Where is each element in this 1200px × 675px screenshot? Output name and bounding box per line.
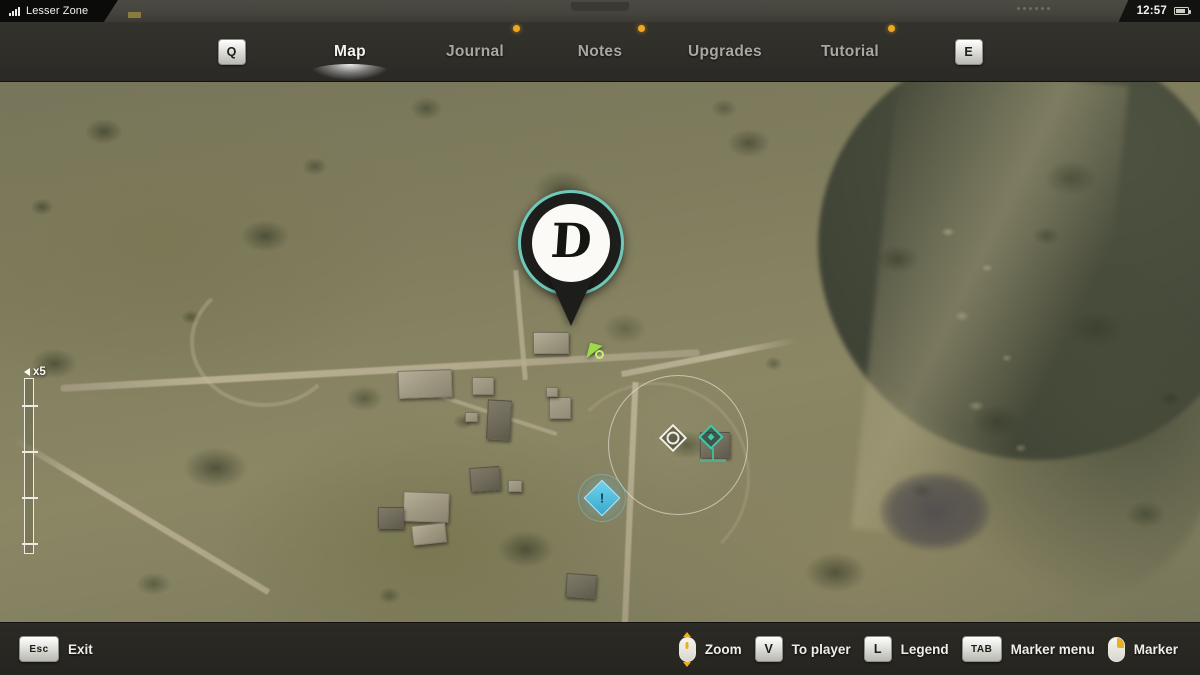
zone-label: Lesser Zone bbox=[26, 5, 88, 17]
zoom-slider-tick bbox=[22, 451, 38, 453]
tab-journal-notification-dot bbox=[513, 25, 520, 32]
tab-upgrades-label: Upgrades bbox=[688, 43, 762, 60]
building bbox=[398, 369, 453, 399]
building bbox=[378, 507, 404, 529]
zoom-slider[interactable] bbox=[24, 378, 34, 554]
hint-exit[interactable]: Esc Exit bbox=[19, 636, 93, 662]
map-terrain: ! D x5 bbox=[0, 82, 1200, 622]
os-status-bar: Lesser Zone 12:57 bbox=[0, 0, 1200, 22]
bottom-hint-bar: Esc Exit Zoom V To player L Legend TAB bbox=[0, 622, 1200, 675]
building bbox=[546, 387, 558, 397]
key-tab-button[interactable]: TAB bbox=[962, 636, 1002, 662]
hint-marker-menu-label: Marker menu bbox=[1011, 642, 1095, 657]
zone-indicator: Lesser Zone bbox=[0, 0, 118, 22]
hint-marker-menu[interactable]: TAB Marker menu bbox=[962, 636, 1095, 662]
zoom-level-arrow-icon bbox=[24, 368, 30, 376]
building bbox=[469, 466, 501, 492]
hint-zoom[interactable]: Zoom bbox=[679, 637, 742, 662]
stash-icon-stem bbox=[712, 448, 714, 460]
tab-navigation-bar: Q Map Journal Notes Upgrades Tutorial E bbox=[0, 22, 1200, 82]
game-map-screen: Lesser Zone 12:57 Q Map Journal Notes bbox=[0, 0, 1200, 675]
building bbox=[472, 377, 494, 395]
map-viewport[interactable]: ! D x5 bbox=[0, 82, 1200, 622]
hint-zoom-label: Zoom bbox=[705, 642, 742, 657]
mouse-right-click-icon bbox=[1108, 637, 1125, 662]
key-esc-button[interactable]: Esc bbox=[19, 636, 59, 662]
building bbox=[565, 573, 597, 599]
hint-legend[interactable]: L Legend bbox=[864, 636, 949, 662]
status-bar-right: 12:57 bbox=[1119, 0, 1200, 22]
hint-to-player[interactable]: V To player bbox=[755, 636, 851, 662]
tab-journal-label: Journal bbox=[446, 43, 504, 60]
hint-to-player-label: To player bbox=[792, 642, 851, 657]
mouse-cursor-ring bbox=[595, 350, 604, 359]
building bbox=[549, 397, 571, 419]
building bbox=[411, 522, 447, 545]
tab-journal[interactable]: Journal bbox=[413, 37, 538, 67]
building bbox=[533, 332, 569, 354]
tab-notes[interactable]: Notes bbox=[538, 37, 663, 67]
tab-notes-label: Notes bbox=[578, 43, 623, 60]
hint-marker[interactable]: Marker bbox=[1108, 637, 1178, 662]
poi-glyph: ! bbox=[600, 492, 604, 505]
zoom-level-value: x5 bbox=[33, 366, 46, 378]
battery-icon bbox=[1174, 7, 1189, 15]
tree-grove bbox=[880, 472, 990, 550]
road-curve bbox=[190, 277, 340, 407]
key-q-button[interactable]: Q bbox=[218, 39, 246, 65]
zoom-slider-tick bbox=[22, 497, 38, 499]
status-bar-notch bbox=[571, 2, 629, 11]
tab-tutorial-notification-dot bbox=[888, 25, 895, 32]
tab-map[interactable]: Map bbox=[288, 37, 413, 67]
building bbox=[508, 480, 522, 492]
key-e-button[interactable]: E bbox=[955, 39, 983, 65]
quest-pin-icon[interactable]: D bbox=[518, 190, 624, 328]
hint-marker-label: Marker bbox=[1134, 642, 1178, 657]
zoom-slider-tick bbox=[22, 405, 38, 407]
active-tab-underline bbox=[310, 64, 390, 80]
quest-pin-letter: D bbox=[549, 218, 592, 265]
tab-upgrades[interactable]: Upgrades bbox=[663, 37, 788, 67]
mouse-scroll-icon bbox=[679, 637, 696, 662]
zoom-slider-tick bbox=[22, 543, 38, 545]
building bbox=[402, 491, 449, 523]
tab-tutorial[interactable]: Tutorial bbox=[788, 37, 913, 67]
hint-exit-label: Exit bbox=[68, 642, 93, 657]
hint-legend-label: Legend bbox=[901, 642, 949, 657]
key-v-button[interactable]: V bbox=[755, 636, 783, 662]
key-l-button[interactable]: L bbox=[864, 636, 892, 662]
tab-map-label: Map bbox=[334, 43, 366, 60]
zoom-level-label: x5 bbox=[24, 366, 46, 378]
status-bar-dots bbox=[1017, 7, 1050, 10]
tab-notes-notification-dot bbox=[638, 25, 645, 32]
status-bar-blip bbox=[128, 12, 141, 18]
building bbox=[465, 412, 478, 422]
clock: 12:57 bbox=[1137, 5, 1167, 17]
signal-bars-icon bbox=[9, 6, 20, 16]
quest-pin-disc: D bbox=[532, 204, 610, 282]
building bbox=[486, 399, 512, 440]
tab-tutorial-label: Tutorial bbox=[821, 43, 879, 60]
